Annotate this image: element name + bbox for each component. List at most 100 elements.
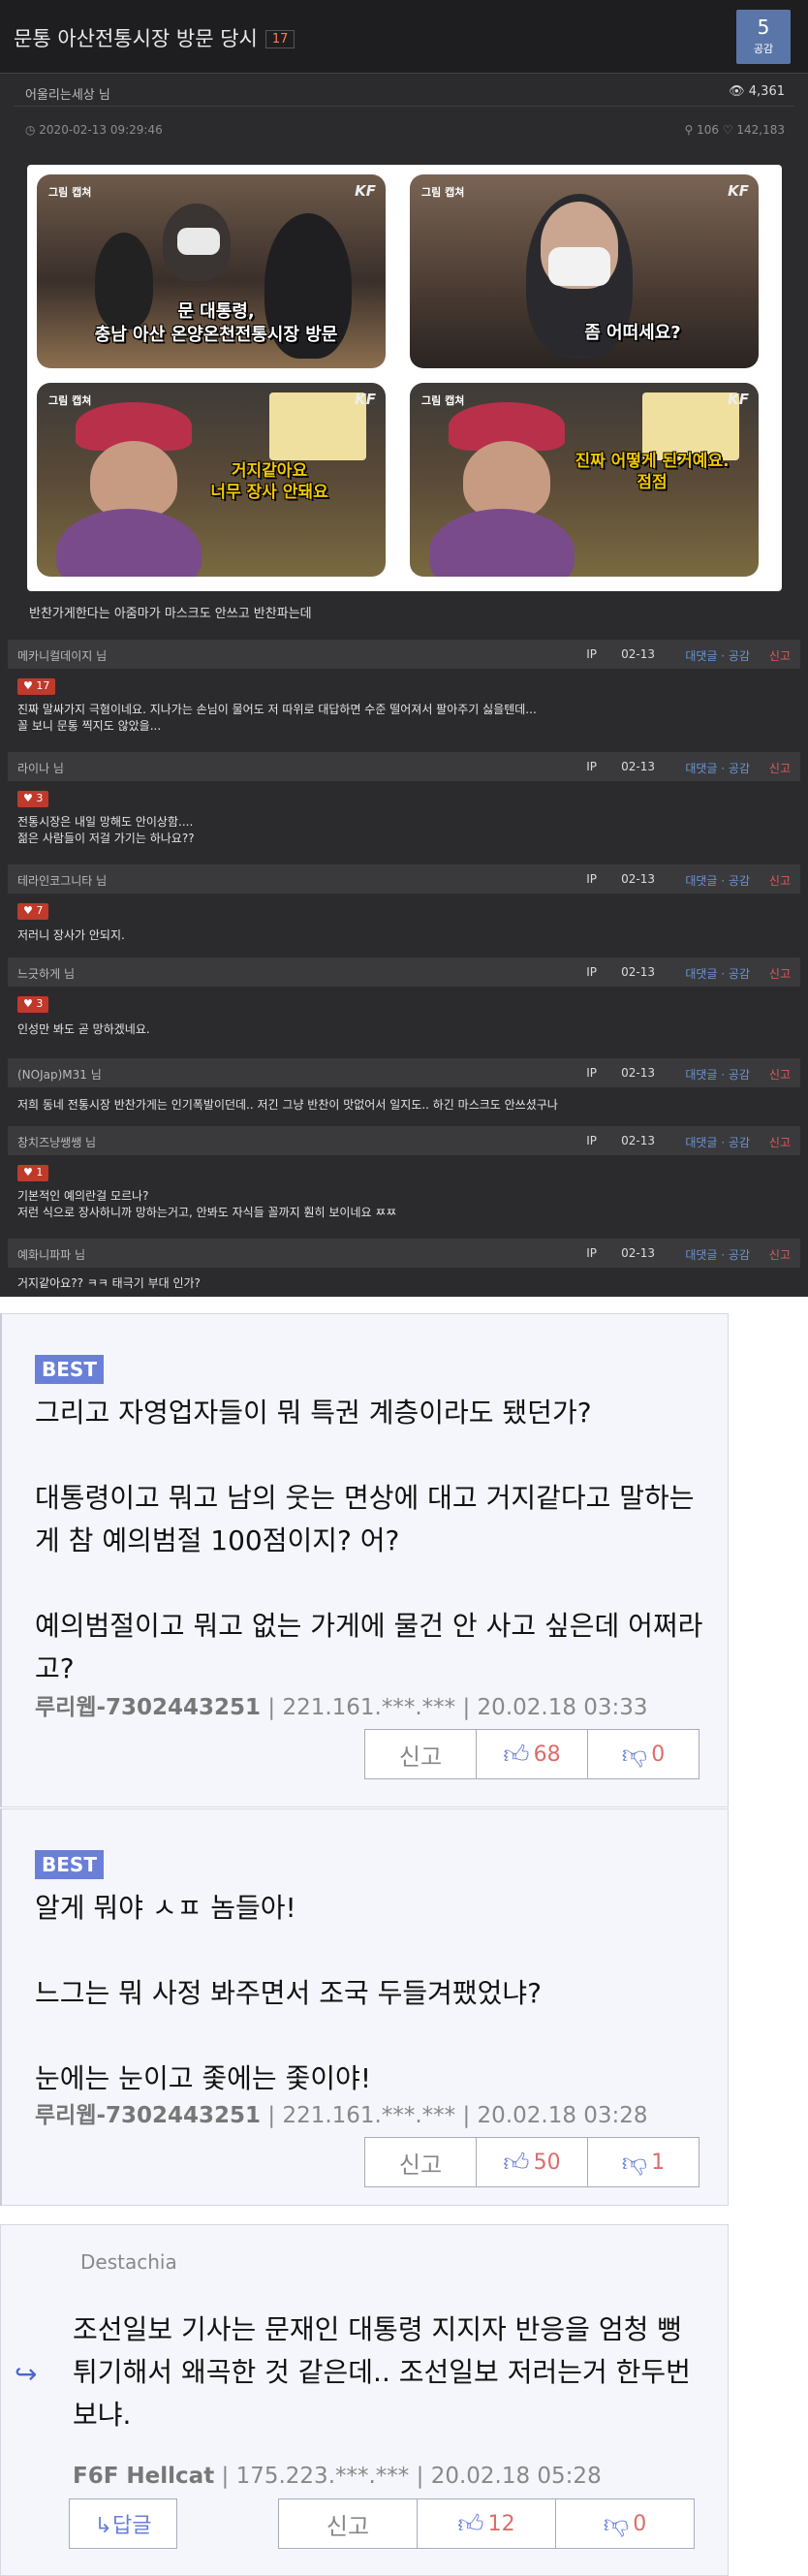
upvote-button[interactable]: 👍︎ 50 bbox=[477, 2138, 588, 2186]
comment-like-badge: ♥ 7 bbox=[17, 903, 49, 920]
channel-tag: 그림 캡쳐 bbox=[421, 186, 465, 199]
report-button[interactable]: 신고 bbox=[365, 1730, 477, 1778]
comment-author[interactable]: 느긋하게 님 bbox=[17, 965, 75, 982]
thumbs-down-icon: 👎︎ bbox=[621, 1740, 648, 1770]
comment-author[interactable]: 메카니컬데이지 님 bbox=[17, 647, 107, 664]
image-panel-3: 그림 캡쳐 KF 거지같아요 너무 장사 안돼요 bbox=[37, 383, 386, 577]
report-link[interactable]: 신고 bbox=[769, 872, 791, 889]
comment-ip: IP bbox=[586, 965, 597, 979]
image-panel-2: 그림 캡쳐 KF 좀 어떠세요? bbox=[410, 174, 759, 368]
view-count: 👁 4,361 bbox=[729, 84, 785, 99]
comment-date: 20.02.18 03:33 bbox=[477, 1695, 648, 1720]
caption-2: 좀 어떠세요? bbox=[584, 323, 681, 343]
commenter-nick[interactable]: 루리웹-7302443251 bbox=[35, 1695, 261, 1720]
report-link[interactable]: 신고 bbox=[769, 965, 791, 982]
best-comment-meta: 루리웹-7302443251 | 221.161.***.*** | 20.02… bbox=[35, 1688, 648, 1721]
comment-header: 테라인코그니타 님 IP 02-13 대댓글 · 공감 신고 bbox=[8, 864, 800, 894]
downvote-button[interactable]: 👎︎ 1 bbox=[588, 2138, 699, 2186]
upvote-button[interactable]: 👍︎ 68 bbox=[477, 1730, 588, 1778]
author-nick: 어울리는세상 bbox=[25, 88, 95, 103]
meta-divider: | bbox=[267, 1695, 283, 1720]
comment-author[interactable]: 테라인코그니타 님 bbox=[17, 872, 107, 889]
commenter-ip: 221.161.***.*** bbox=[282, 1695, 456, 1720]
channel-tag: 그림 캡쳐 bbox=[48, 394, 92, 407]
caption-3-line-1: 거지같아요 bbox=[231, 461, 308, 481]
comment-text: 저희 동네 전통시장 반찬가게는 인기폭발이던데.. 저긴 그냥 반찬이 맛없어… bbox=[17, 1098, 558, 1112]
reply-like-links[interactable]: 대댓글 · 공감 bbox=[685, 760, 750, 776]
comment-text: 전통시장은 내일 망해도 안이상함.... 젊은 사람들이 저걸 가기는 하나요… bbox=[17, 815, 195, 845]
report-link[interactable]: 신고 bbox=[769, 760, 791, 776]
author-name[interactable]: 어울리는세상 님 bbox=[25, 84, 110, 103]
reply-like-links[interactable]: 대댓글 · 공감 bbox=[685, 1066, 750, 1083]
comment-text: 기본적인 예의란걸 모르나? 저런 식으로 장사하니까 망하는거고, 안봐도 자… bbox=[17, 1189, 397, 1219]
reply-text: 조선일보 기사는 문재인 대통령 지지자 반응을 엄청 뻥튀기해서 왜곡한 것 … bbox=[73, 2313, 691, 2431]
post-body-text: 반찬가게한다는 아줌마가 마스크도 안쓰고 반찬파는데 bbox=[29, 607, 312, 621]
commenter-nick[interactable]: F6F Hellcat bbox=[73, 2464, 214, 2489]
reply-like-links[interactable]: 대댓글 · 공감 bbox=[685, 1134, 750, 1150]
comment-author[interactable]: 라이나 님 bbox=[17, 760, 64, 776]
best-comment-meta: 루리웹-7302443251 | 221.161.***.*** | 20.02… bbox=[35, 2096, 648, 2129]
comment-date: 02-13 bbox=[621, 1134, 655, 1147]
report-link[interactable]: 신고 bbox=[769, 1134, 791, 1150]
caption-3: 거지같아요 너무 장사 안돼요 bbox=[172, 460, 366, 503]
broadcaster-logo: KF bbox=[728, 391, 749, 408]
comment-text: 인성만 봐도 곧 망하겠네요. bbox=[17, 1022, 150, 1036]
reply-like-links[interactable]: 대댓글 · 공감 bbox=[685, 1246, 750, 1263]
thumbs-down-icon: 👎︎ bbox=[603, 2509, 630, 2539]
comment-action-buttons: 신고 👍︎ 68 👎︎ 0 bbox=[364, 1729, 699, 1779]
like-label: 공감 bbox=[753, 43, 774, 55]
comment-author[interactable]: 예화니파파 님 bbox=[17, 1246, 85, 1263]
comment-date: 20.02.18 03:28 bbox=[477, 2103, 648, 2128]
post-title-text: 문통 아산전통시장 방문 당시 bbox=[14, 27, 258, 50]
reply-button[interactable]: ↳답글 bbox=[69, 2498, 177, 2549]
downvote-count: 1 bbox=[651, 2150, 666, 2175]
commenter-nick[interactable]: 루리웹-7302443251 bbox=[35, 2103, 261, 2128]
image-panel-4: 그림 캡쳐 KF 진짜 어떻게 된거예요. 점점 bbox=[410, 383, 759, 577]
reply-like-links[interactable]: 대댓글 · 공감 bbox=[685, 647, 750, 664]
comment-action-buttons: 신고 👍︎ 50 👎︎ 1 bbox=[364, 2137, 699, 2187]
face-shape bbox=[90, 441, 177, 518]
downvote-count: 0 bbox=[651, 1742, 666, 1767]
reply-like-links[interactable]: 대댓글 · 공감 bbox=[685, 872, 750, 889]
broadcaster-logo: KF bbox=[355, 391, 376, 408]
caption-4-line-1: 진짜 어떻게 된거예요. bbox=[575, 452, 730, 471]
comment-author[interactable]: 창치즈냥쌩쌩 님 bbox=[17, 1134, 96, 1150]
caption-4-line-2: 점점 bbox=[637, 473, 668, 492]
author-suffix: 님 bbox=[98, 88, 110, 103]
comment-header: 메카니컬데이지 님 IP 02-13 대댓글 · 공감 신고 bbox=[8, 640, 800, 669]
comment-date: 02-13 bbox=[621, 760, 655, 773]
reply-parent-nick: Destachia bbox=[80, 2250, 177, 2274]
comment-date: 02-13 bbox=[621, 1066, 655, 1080]
post-image-collage: 그림 캡쳐 KF 문 대통령, 충남 아산 온양온천전통시장 방문 그림 캡쳐 … bbox=[27, 165, 782, 591]
commenter-ip: 221.161.***.*** bbox=[282, 2103, 456, 2128]
caption-4: 진짜 어떻게 된거예요. 점점 bbox=[555, 451, 749, 493]
comment-author[interactable]: (NOJap)M31 님 bbox=[17, 1066, 102, 1083]
report-button[interactable]: 신고 bbox=[365, 2138, 477, 2186]
reply-meta: F6F Hellcat | 175.223.***.*** | 20.02.18… bbox=[73, 2464, 602, 2489]
reply-arrow-icon: ↪ bbox=[15, 2358, 38, 2390]
channel-tag: 그림 캡쳐 bbox=[421, 394, 465, 407]
image-panel-1: 그림 캡쳐 KF 문 대통령, 충남 아산 온양온천전통시장 방문 bbox=[37, 174, 386, 368]
meta-divider: | bbox=[267, 2103, 283, 2128]
comment-header: 창치즈냥쌩쌩 님 IP 02-13 대댓글 · 공감 신고 bbox=[8, 1126, 800, 1155]
caption-1-line-2: 충남 아산 온양온천전통시장 방문 bbox=[94, 325, 338, 345]
post-header: 문통 아산전통시장 방문 당시 17 5 공감 bbox=[0, 0, 808, 74]
comment-text: 저러니 장사가 안되지. bbox=[17, 928, 125, 942]
downvote-button[interactable]: 👎︎ 0 bbox=[588, 1730, 699, 1778]
report-button[interactable]: 신고 bbox=[279, 2499, 418, 2548]
best-comment-text: 알게 뭐야 ㅅㅍ 놈들아! 느그는 뭐 사정 봐주면서 조국 두들겨팼었냐? 눈… bbox=[35, 1892, 543, 2094]
upvote-button[interactable]: 👍︎ 12 bbox=[418, 2499, 556, 2548]
comment-ip: IP bbox=[586, 1134, 597, 1147]
report-link[interactable]: 신고 bbox=[769, 1066, 791, 1083]
broadcaster-logo: KF bbox=[355, 182, 376, 200]
best-comment-text: 그리고 자영업자들이 뭐 특권 계층이라도 됐던가? 대통령이고 뭐고 남의 웃… bbox=[35, 1397, 703, 1684]
report-link[interactable]: 신고 bbox=[769, 1246, 791, 1263]
channel-tag: 그림 캡쳐 bbox=[48, 186, 92, 199]
like-button[interactable]: 5 공감 bbox=[736, 10, 791, 64]
reply-like-links[interactable]: 대댓글 · 공감 bbox=[685, 965, 750, 982]
comment-header: 라이나 님 IP 02-13 대댓글 · 공감 신고 bbox=[8, 752, 800, 781]
comment-date: 02-13 bbox=[621, 647, 655, 661]
comment-header: (NOJap)M31 님 IP 02-13 대댓글 · 공감 신고 bbox=[8, 1058, 800, 1087]
report-link[interactable]: 신고 bbox=[769, 647, 791, 664]
downvote-button[interactable]: 👎︎ 0 bbox=[556, 2499, 694, 2548]
